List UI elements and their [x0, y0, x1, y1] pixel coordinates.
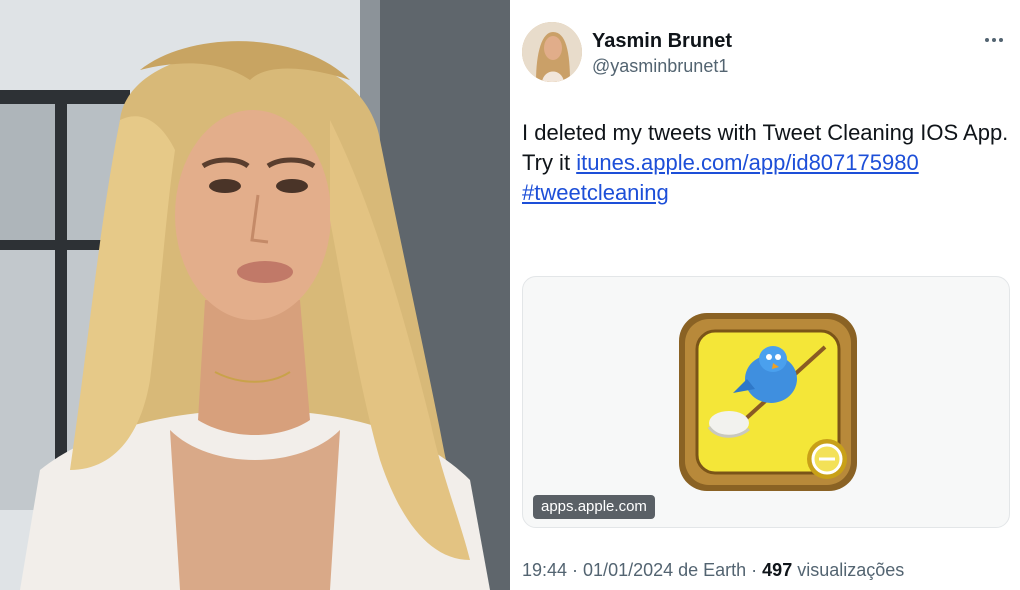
domain-badge: apps.apple.com	[533, 495, 655, 519]
tweet-panel: Yasmin Brunet @yasminbrunet1 I deleted m…	[510, 0, 1020, 590]
avatar-image	[522, 22, 582, 82]
tweet-meta: 19:44 · 01/01/2024 de Earth · 497 visual…	[522, 560, 904, 581]
views-label: visualizações	[792, 560, 905, 580]
timestamp[interactable]: 19:44 · 01/01/2024 de Earth ·	[522, 560, 762, 580]
dot	[999, 38, 1003, 42]
handle[interactable]: @yasminbrunet1	[592, 56, 728, 77]
hashtag-link[interactable]: #tweetcleaning	[522, 178, 669, 208]
dot	[985, 38, 989, 42]
more-options-icon[interactable]	[980, 26, 1008, 54]
portrait-photo	[0, 0, 510, 590]
dot	[992, 38, 996, 42]
link-preview-card[interactable]: apps.apple.com	[522, 276, 1010, 528]
tweet-text: I deleted my tweets with Tweet Cleaning …	[522, 118, 1010, 208]
avatar[interactable]	[522, 22, 582, 82]
display-name[interactable]: Yasmin Brunet	[592, 30, 732, 53]
portrait-illustration	[0, 0, 510, 590]
tweet-link[interactable]: itunes.apple.com/app/id807175980	[576, 150, 919, 175]
tweet-cleaning-app-icon	[677, 311, 859, 493]
views-count: 497	[762, 560, 793, 580]
